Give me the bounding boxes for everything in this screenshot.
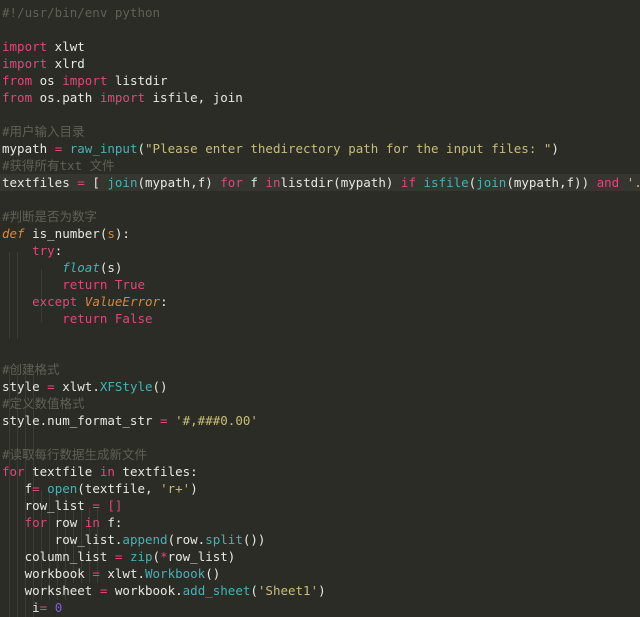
code-line[interactable]: def is_number(s): (0, 225, 640, 242)
code-line-blank[interactable] (0, 327, 640, 344)
code-line[interactable]: for row in f: (0, 514, 640, 531)
code-line[interactable]: style.num_format_str = '#,###0.00' (0, 412, 640, 429)
code-line[interactable]: #创建格式 (0, 361, 640, 378)
code-line[interactable]: return False (0, 310, 640, 327)
code-line[interactable]: #获得所有txt 文件 (0, 157, 640, 174)
code-line[interactable]: row_list = [] (0, 497, 640, 514)
code-line-blank[interactable] (0, 21, 640, 38)
code-line[interactable]: for textfile in textfiles: (0, 463, 640, 480)
code-line[interactable]: from os import listdir (0, 72, 640, 89)
code-line-highlighted[interactable]: textfiles = [ join(mypath,f) for f inlis… (0, 174, 640, 191)
line-text: #获得所有txt 文件 (2, 158, 115, 173)
code-line[interactable]: except ValueError: (0, 293, 640, 310)
code-line[interactable]: return True (0, 276, 640, 293)
code-line[interactable]: mypath = raw_input("Please enter thedire… (0, 140, 640, 157)
code-line[interactable]: f= open(textfile, 'r+') (0, 480, 640, 497)
code-line[interactable]: column_list = zip(*row_list) (0, 548, 640, 565)
code-line-blank[interactable] (0, 429, 640, 446)
code-line-blank[interactable] (0, 191, 640, 208)
code-line[interactable]: row_list.append(row.split()) (0, 531, 640, 548)
line-text: #创建格式 (2, 362, 60, 377)
code-content[interactable]: #!/usr/bin/env python import xlwt import… (0, 0, 640, 617)
code-editor[interactable]: #!/usr/bin/env python import xlwt import… (0, 0, 640, 617)
code-line[interactable]: #判断是否为数字 (0, 208, 640, 225)
code-line[interactable]: #定义数值格式 (0, 395, 640, 412)
code-line[interactable]: from os.path import isfile, join (0, 89, 640, 106)
code-line[interactable]: float(s) (0, 259, 640, 276)
code-line[interactable]: style = xlwt.XFStyle() (0, 378, 640, 395)
code-line[interactable]: #用户输入目录 (0, 123, 640, 140)
code-line-blank[interactable] (0, 344, 640, 361)
code-line[interactable]: i= 0 (0, 599, 640, 616)
code-line[interactable]: import xlwt (0, 38, 640, 55)
code-line[interactable]: import xlrd (0, 55, 640, 72)
code-line[interactable]: #读取每行数据生成新文件 (0, 446, 640, 463)
line-text: #用户输入目录 (2, 124, 85, 139)
line-text: #!/usr/bin/env python (2, 5, 161, 20)
line-text: #读取每行数据生成新文件 (2, 447, 148, 462)
line-text: #判断是否为数字 (2, 209, 98, 224)
line-text: #定义数值格式 (2, 396, 85, 411)
code-line[interactable]: workbook = xlwt.Workbook() (0, 565, 640, 582)
code-line[interactable]: #!/usr/bin/env python (0, 4, 640, 21)
code-line[interactable]: try: (0, 242, 640, 259)
code-line-blank[interactable] (0, 106, 640, 123)
code-line[interactable]: worksheet = workbook.add_sheet('Sheet1') (0, 582, 640, 599)
